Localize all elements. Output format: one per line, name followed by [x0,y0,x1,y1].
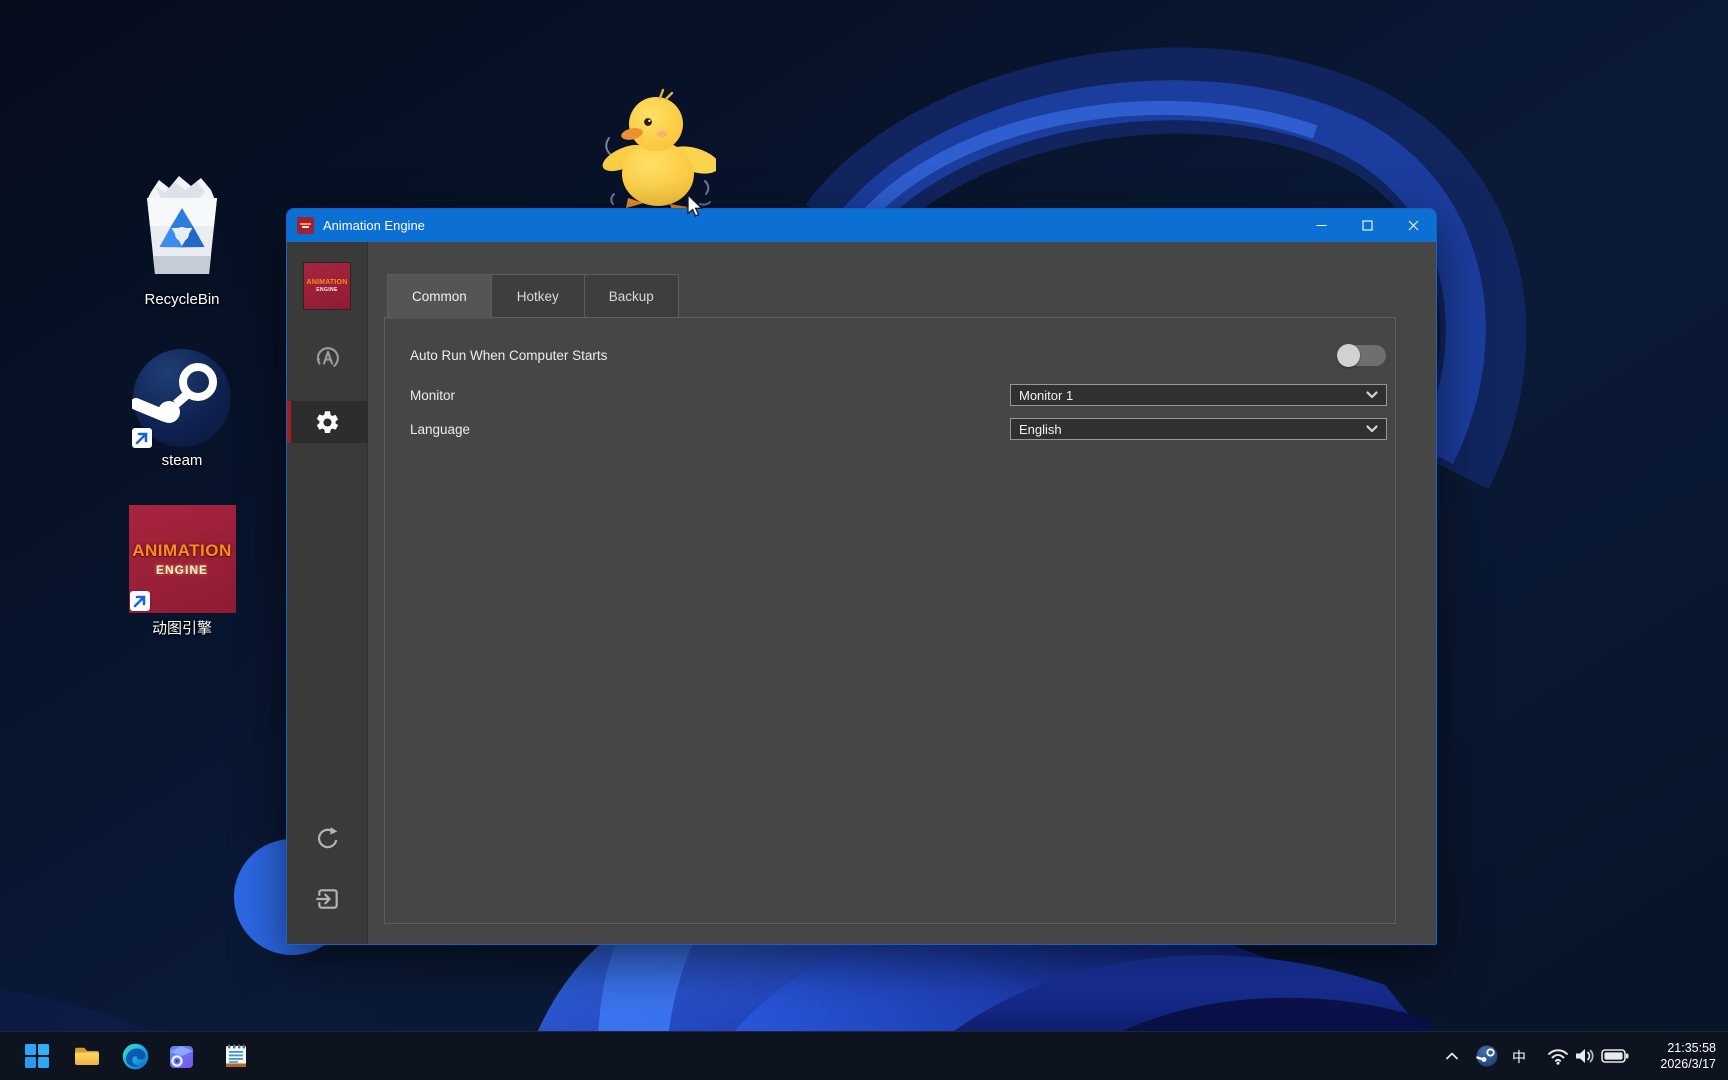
media-app-icon [168,1043,195,1070]
taskbar-file-explorer[interactable] [73,1042,101,1070]
exit-icon [315,886,341,912]
windows-start-icon [24,1043,50,1069]
maximize-button[interactable] [1344,209,1390,242]
toggle-knob [1337,344,1360,367]
desktop-icon-recycle-bin[interactable]: RecycleBin [124,170,240,308]
language-label: Language [410,422,470,437]
minimize-icon [1316,220,1327,231]
sidebar-app-logo: ANIMATION ENGINE [303,262,351,310]
tray-wifi[interactable] [1544,1042,1572,1070]
tab-backup[interactable]: Backup [584,274,679,318]
recycle-bin-icon [139,170,225,282]
taskbar-notepad[interactable] [222,1042,250,1070]
close-icon [1408,220,1419,231]
edge-icon [122,1043,149,1070]
settings-gear-icon [314,409,341,436]
language-select[interactable]: English [1010,418,1387,440]
tray-time: 21:35:58 [1660,1040,1716,1056]
window-sidebar: ANIMATION ENGINE [287,242,368,944]
window-main-area: Common Hotkey Backup Auto Run When Compu… [368,242,1436,944]
tray-chevron-up[interactable] [1438,1042,1466,1070]
tray-clock[interactable]: 21:35:58 2026/3/17 [1660,1040,1716,1072]
animation-engine-window: Animation Engine ANIMATION ENGINE [286,208,1437,945]
sidebar-item-settings[interactable] [287,401,368,443]
mouse-cursor [683,193,707,219]
animation-ring-icon [313,343,343,373]
tab-common[interactable]: Common [387,274,492,319]
minimize-button[interactable] [1298,209,1344,242]
battery-icon [1601,1048,1629,1064]
window-title: Animation Engine [323,218,425,233]
desktop-icon-label: RecycleBin [124,291,240,308]
monitor-selected-value: Monitor 1 [1019,388,1073,403]
tray-steam-icon[interactable] [1473,1042,1501,1070]
language-selected-value: English [1019,422,1062,437]
autorun-toggle[interactable] [1338,345,1386,366]
taskbar-edge[interactable] [121,1042,149,1070]
desktop-icon-animation-engine[interactable]: ANIMATION ENGINE 动图引擎 [124,505,240,638]
sidebar-item-exit[interactable] [287,878,368,920]
monitor-select[interactable]: Monitor 1 [1010,384,1387,406]
close-button[interactable] [1390,209,1436,242]
window-titlebar[interactable]: Animation Engine [287,209,1436,242]
tab-bar: Common Hotkey Backup [387,274,678,319]
chevron-down-icon [1366,425,1378,433]
chevron-down-icon [1366,391,1378,399]
wifi-icon [1546,1046,1570,1066]
taskbar: 中 21:35:58 2026/3 [0,1031,1728,1080]
shortcut-arrow-icon [130,591,150,611]
volume-icon [1573,1046,1597,1066]
start-button[interactable] [23,1042,51,1070]
autorun-label: Auto Run When Computer Starts [410,348,607,363]
desktop-icon-steam[interactable]: steam [124,348,240,469]
app-titlebar-icon [297,217,314,234]
sidebar-item-animation[interactable] [287,337,368,379]
maximize-icon [1362,220,1373,231]
duck-pet[interactable] [602,86,716,210]
file-explorer-icon [73,1042,101,1070]
settings-panel: Auto Run When Computer Starts Monitor Mo… [384,317,1396,924]
chevron-up-icon [1445,1051,1459,1061]
desktop: RecycleBin steam [0,0,1728,1080]
desktop-icon-label: steam [124,452,240,469]
tab-hotkey[interactable]: Hotkey [491,274,585,318]
sidebar-item-refresh[interactable] [287,818,368,860]
tray-battery[interactable] [1601,1042,1629,1070]
tray-date: 2026/3/17 [1660,1056,1716,1072]
monitor-label: Monitor [410,388,455,403]
tray-volume[interactable] [1571,1042,1599,1070]
steam-tray-icon [1476,1045,1498,1067]
shortcut-arrow-icon [132,428,152,448]
desktop-icon-label: 动图引擎 [124,617,240,638]
ime-indicator[interactable]: 中 [1512,1047,1526,1067]
taskbar-media-app[interactable] [167,1042,195,1070]
refresh-icon [315,826,341,852]
notepad-icon [223,1043,249,1070]
